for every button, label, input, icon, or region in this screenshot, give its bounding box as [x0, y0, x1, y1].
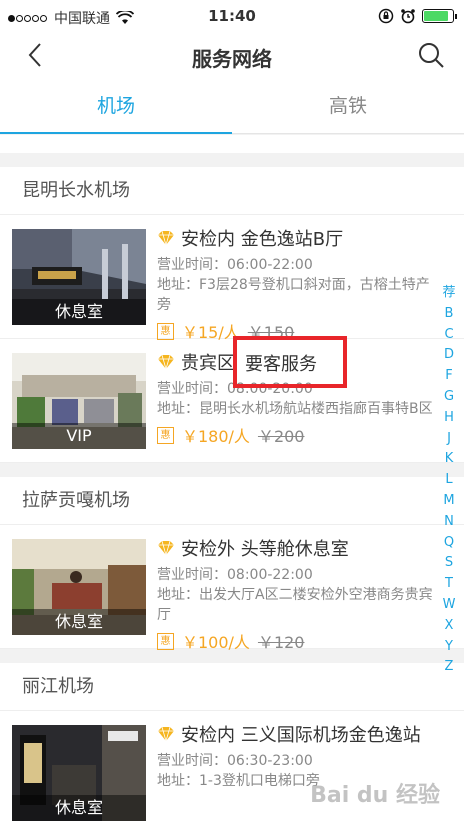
original-price: ￥200 — [257, 427, 305, 446]
airport-section: 昆明长水机场 休息室 安检内 金色逸站B厅 营业时间：06:00-22:00 地… — [0, 167, 464, 463]
section-title: 丽江机场 — [0, 663, 464, 711]
app-screen: 中国联通 11:40 服务网络 机场 高铁 昆明长水机场 休息室 安检内 金色逸… — [0, 0, 464, 823]
index-letter[interactable]: K — [445, 449, 454, 470]
status-bar: 中国联通 11:40 — [0, 0, 464, 34]
lounge-photo: 休息室 — [12, 229, 146, 325]
address: 地址：出发大厅A区二楼安检外空港商务贵宾厅 — [157, 587, 433, 623]
index-letter[interactable]: L — [445, 470, 452, 491]
section-title: 昆明长水机场 — [0, 167, 464, 215]
list-item[interactable]: VIP 贵宾区 营业时间：08:00-20:00 地址：昆明长水机场航站楼西指廊… — [0, 339, 464, 463]
index-letter[interactable]: M — [443, 491, 454, 512]
index-letter[interactable]: B — [445, 304, 454, 325]
alphabet-index[interactable]: 荐 B C D F G H J K L M N Q S T W X Y Z — [438, 283, 460, 678]
original-price: ￥120 — [257, 633, 305, 652]
address: 地址：F3层28号登机口斜对面，古榕土特产旁 — [157, 277, 430, 313]
index-letter[interactable]: Q — [444, 533, 454, 554]
lounge-name: 贵宾区 — [181, 353, 235, 374]
highlight-box — [233, 336, 347, 388]
index-letter[interactable]: X — [445, 616, 454, 637]
index-letter[interactable]: J — [447, 429, 451, 450]
address: 地址：昆明长水机场航站楼西指廊百事特B区 — [157, 401, 433, 417]
index-letter[interactable]: F — [445, 366, 452, 387]
opening-hours: 营业时间：08:00-22:00 — [157, 567, 313, 583]
diamond-icon — [158, 726, 174, 742]
index-letter[interactable]: C — [444, 325, 453, 346]
opening-hours: 营业时间：06:00-22:00 — [157, 257, 313, 273]
previous-section-peek — [0, 135, 464, 153]
index-letter[interactable]: H — [444, 408, 454, 429]
lounge-name: 安检内 三义国际机场金色逸站 — [181, 725, 421, 746]
search-icon[interactable] — [416, 40, 446, 70]
opening-hours: 营业时间：06:30-23:00 — [157, 753, 313, 769]
thumb-caption: 休息室 — [12, 299, 146, 325]
index-letter[interactable]: G — [444, 387, 454, 408]
index-letter[interactable]: W — [443, 595, 456, 616]
diamond-icon — [158, 230, 174, 246]
rotation-lock-icon — [378, 8, 394, 24]
index-letter[interactable]: 荐 — [442, 283, 455, 304]
thumb-caption: VIP — [12, 423, 146, 449]
index-letter[interactable]: Y — [445, 637, 453, 658]
page-title: 服务网络 — [192, 47, 272, 71]
index-letter[interactable]: Z — [445, 657, 454, 678]
tab-airport[interactable]: 机场 — [0, 78, 232, 134]
watermark: Bai du 经验 — [310, 783, 440, 808]
discount-badge: 惠 — [157, 632, 174, 650]
alarm-icon — [401, 9, 415, 24]
lounge-name: 安检外 头等舱休息室 — [181, 539, 349, 560]
section-title: 拉萨贡嘎机场 — [0, 477, 464, 525]
thumb-caption: 休息室 — [12, 795, 146, 821]
list-item[interactable]: 休息室 安检外 头等舱休息室 营业时间：08:00-22:00 地址：出发大厅A… — [0, 525, 464, 652]
lounge-name: 安检内 金色逸站B厅 — [181, 229, 344, 250]
diamond-icon — [158, 354, 174, 370]
tab-high-speed-rail[interactable]: 高铁 — [232, 78, 464, 133]
price: ￥100/人 — [182, 633, 250, 652]
lounge-photo: VIP — [12, 353, 146, 449]
nav-bar: 服务网络 — [0, 34, 464, 78]
battery-icon — [422, 9, 457, 23]
discount-badge: 惠 — [157, 426, 174, 444]
price: ￥180/人 — [182, 427, 250, 446]
index-letter[interactable]: S — [445, 553, 453, 574]
list-item[interactable]: 休息室 安检内 金色逸站B厅 营业时间：06:00-22:00 地址：F3层28… — [0, 215, 464, 342]
index-letter[interactable]: T — [445, 574, 453, 595]
diamond-icon — [158, 540, 174, 556]
index-letter[interactable]: N — [444, 512, 454, 533]
airport-section: 拉萨贡嘎机场 休息室 安检外 头等舱休息室 营业时间：08:00-22:00 地… — [0, 477, 464, 652]
lounge-photo: 休息室 — [12, 539, 146, 635]
index-letter[interactable]: D — [444, 345, 454, 366]
discount-badge: 惠 — [157, 322, 174, 340]
lounge-photo: 休息室 — [12, 725, 146, 821]
service-list[interactable]: 昆明长水机场 休息室 安检内 金色逸站B厅 营业时间：06:00-22:00 地… — [0, 135, 464, 823]
tab-bar: 机场 高铁 — [0, 78, 464, 134]
thumb-caption: 休息室 — [12, 609, 146, 635]
